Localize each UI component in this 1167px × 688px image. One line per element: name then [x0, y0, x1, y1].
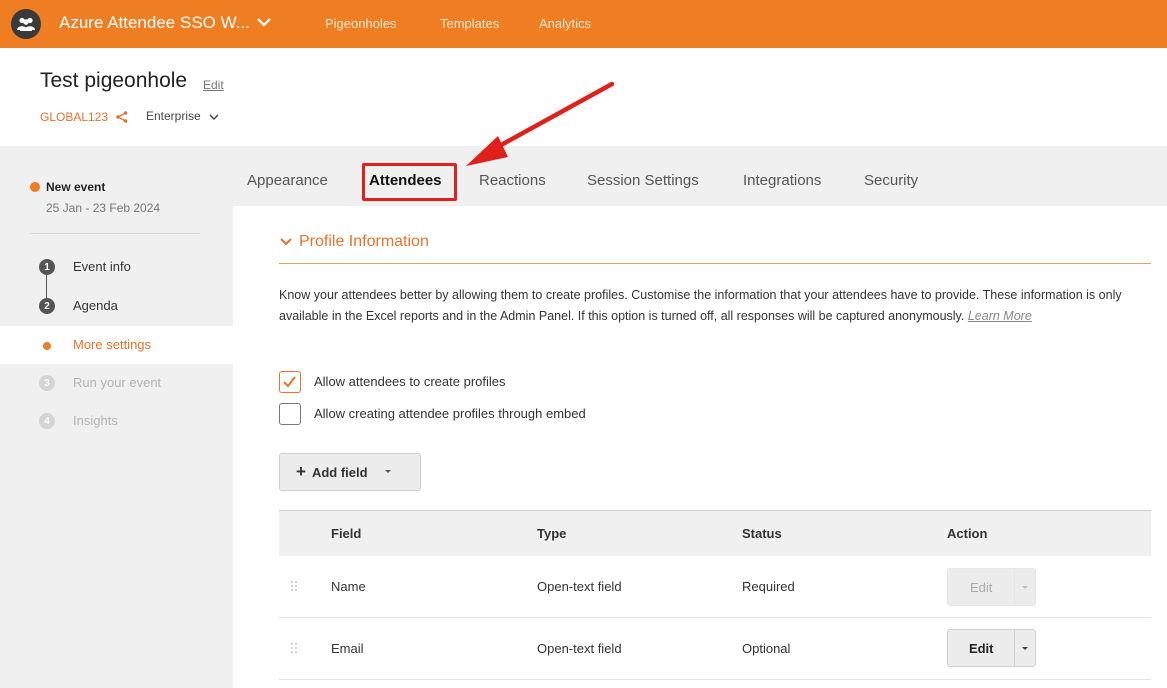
- share-icon[interactable]: [115, 110, 129, 124]
- nav-pigeonholes[interactable]: Pigeonholes: [325, 16, 397, 31]
- sidebar-divider: [30, 233, 200, 234]
- event-status-dot: [30, 182, 40, 192]
- event-dates: 25 Jan - 23 Feb 2024: [46, 201, 161, 215]
- sidebar-item-run-your-event[interactable]: 3 Run your event: [0, 364, 233, 402]
- sidebar-item-label: Agenda: [73, 298, 118, 313]
- step-number: 3: [39, 375, 55, 391]
- learn-more-link[interactable]: Learn More: [968, 309, 1032, 323]
- field-status: Required: [742, 579, 795, 594]
- column-header-field: Field: [331, 526, 362, 541]
- allow-profiles-checkbox[interactable]: [279, 371, 301, 393]
- add-field-label: Add field: [311, 464, 368, 480]
- drag-handle-icon[interactable]: [290, 580, 298, 592]
- caret-down-icon: [1022, 586, 1029, 589]
- field-type: Open-text field: [537, 579, 622, 594]
- sidebar-item-agenda[interactable]: 2 Agenda: [0, 287, 233, 325]
- page-title: Test pigeonhole: [40, 69, 188, 92]
- step-number: 2: [39, 298, 55, 314]
- sidebar-item-label: Insights: [73, 413, 118, 428]
- tab-security[interactable]: Security: [864, 172, 918, 189]
- annotation-arrow: [466, 81, 615, 166]
- attendees-logo-icon[interactable]: [11, 9, 41, 39]
- plan-dropdown[interactable]: Enterprise: [146, 109, 201, 123]
- drag-handle-icon[interactable]: [290, 642, 298, 654]
- column-header-type: Type: [537, 526, 567, 541]
- edit-title-link[interactable]: Edit: [203, 78, 224, 92]
- field-type: Open-text field: [537, 641, 622, 656]
- caret-down-icon: [1022, 647, 1029, 650]
- chevron-down-icon[interactable]: [254, 14, 274, 32]
- sidebar-item-event-info[interactable]: 1 Event info: [0, 248, 233, 286]
- chevron-down-icon[interactable]: [208, 111, 220, 123]
- section-divider: [279, 263, 1151, 264]
- checkbox-label[interactable]: Allow creating attendee profiles through…: [314, 406, 586, 421]
- column-header-action: Action: [947, 526, 988, 541]
- field-name: Email: [331, 641, 364, 656]
- row-action-dropdown[interactable]: [1015, 569, 1035, 605]
- step-number: 1: [39, 259, 55, 275]
- row-action-dropdown[interactable]: [1015, 630, 1035, 666]
- tab-integrations[interactable]: Integrations: [743, 172, 821, 189]
- add-field-button[interactable]: + Add field: [279, 453, 421, 491]
- sidebar-item-label: Run your event: [73, 375, 162, 390]
- field-name: Name: [331, 579, 366, 594]
- nav-templates[interactable]: Templates: [440, 16, 499, 31]
- table-header: [279, 510, 1151, 556]
- row-action-group: Edit: [947, 629, 1036, 667]
- checkbox-label[interactable]: Allow attendees to create profiles: [314, 374, 506, 389]
- sidebar-item-insights[interactable]: 4 Insights: [0, 402, 233, 440]
- edit-button[interactable]: Edit: [948, 569, 1016, 605]
- sidebar-item-more-settings[interactable]: More settings: [0, 326, 233, 364]
- field-status: Optional: [742, 641, 791, 656]
- section-title: Profile Information: [299, 233, 429, 250]
- step-number: 4: [39, 413, 55, 429]
- nav-analytics[interactable]: Analytics: [539, 16, 591, 31]
- sidebar-item-label: Event info: [73, 259, 131, 274]
- event-name[interactable]: New event: [46, 180, 105, 194]
- chevron-down-icon: [280, 238, 292, 246]
- plus-icon: +: [296, 462, 306, 481]
- caret-down-icon: [384, 470, 391, 473]
- tab-appearance[interactable]: Appearance: [247, 172, 328, 189]
- edit-button[interactable]: Edit: [948, 630, 1016, 666]
- section-description: Know your attendees better by allowing t…: [279, 285, 1149, 327]
- allow-embed-profiles-checkbox[interactable]: [279, 403, 301, 425]
- active-step-dot: [43, 342, 51, 350]
- top-bar: Azure Attendee SSO W... Pigeonholes Temp…: [0, 0, 1167, 48]
- event-code: GLOBAL123: [40, 110, 109, 124]
- app-title[interactable]: Azure Attendee SSO W...: [59, 13, 250, 33]
- checkmark-icon: [283, 376, 296, 388]
- section-header-profile-information[interactable]: Profile Information: [279, 233, 429, 251]
- row-action-group: Edit: [947, 568, 1036, 606]
- column-header-status: Status: [742, 526, 782, 541]
- sidebar-item-label: More settings: [73, 337, 152, 352]
